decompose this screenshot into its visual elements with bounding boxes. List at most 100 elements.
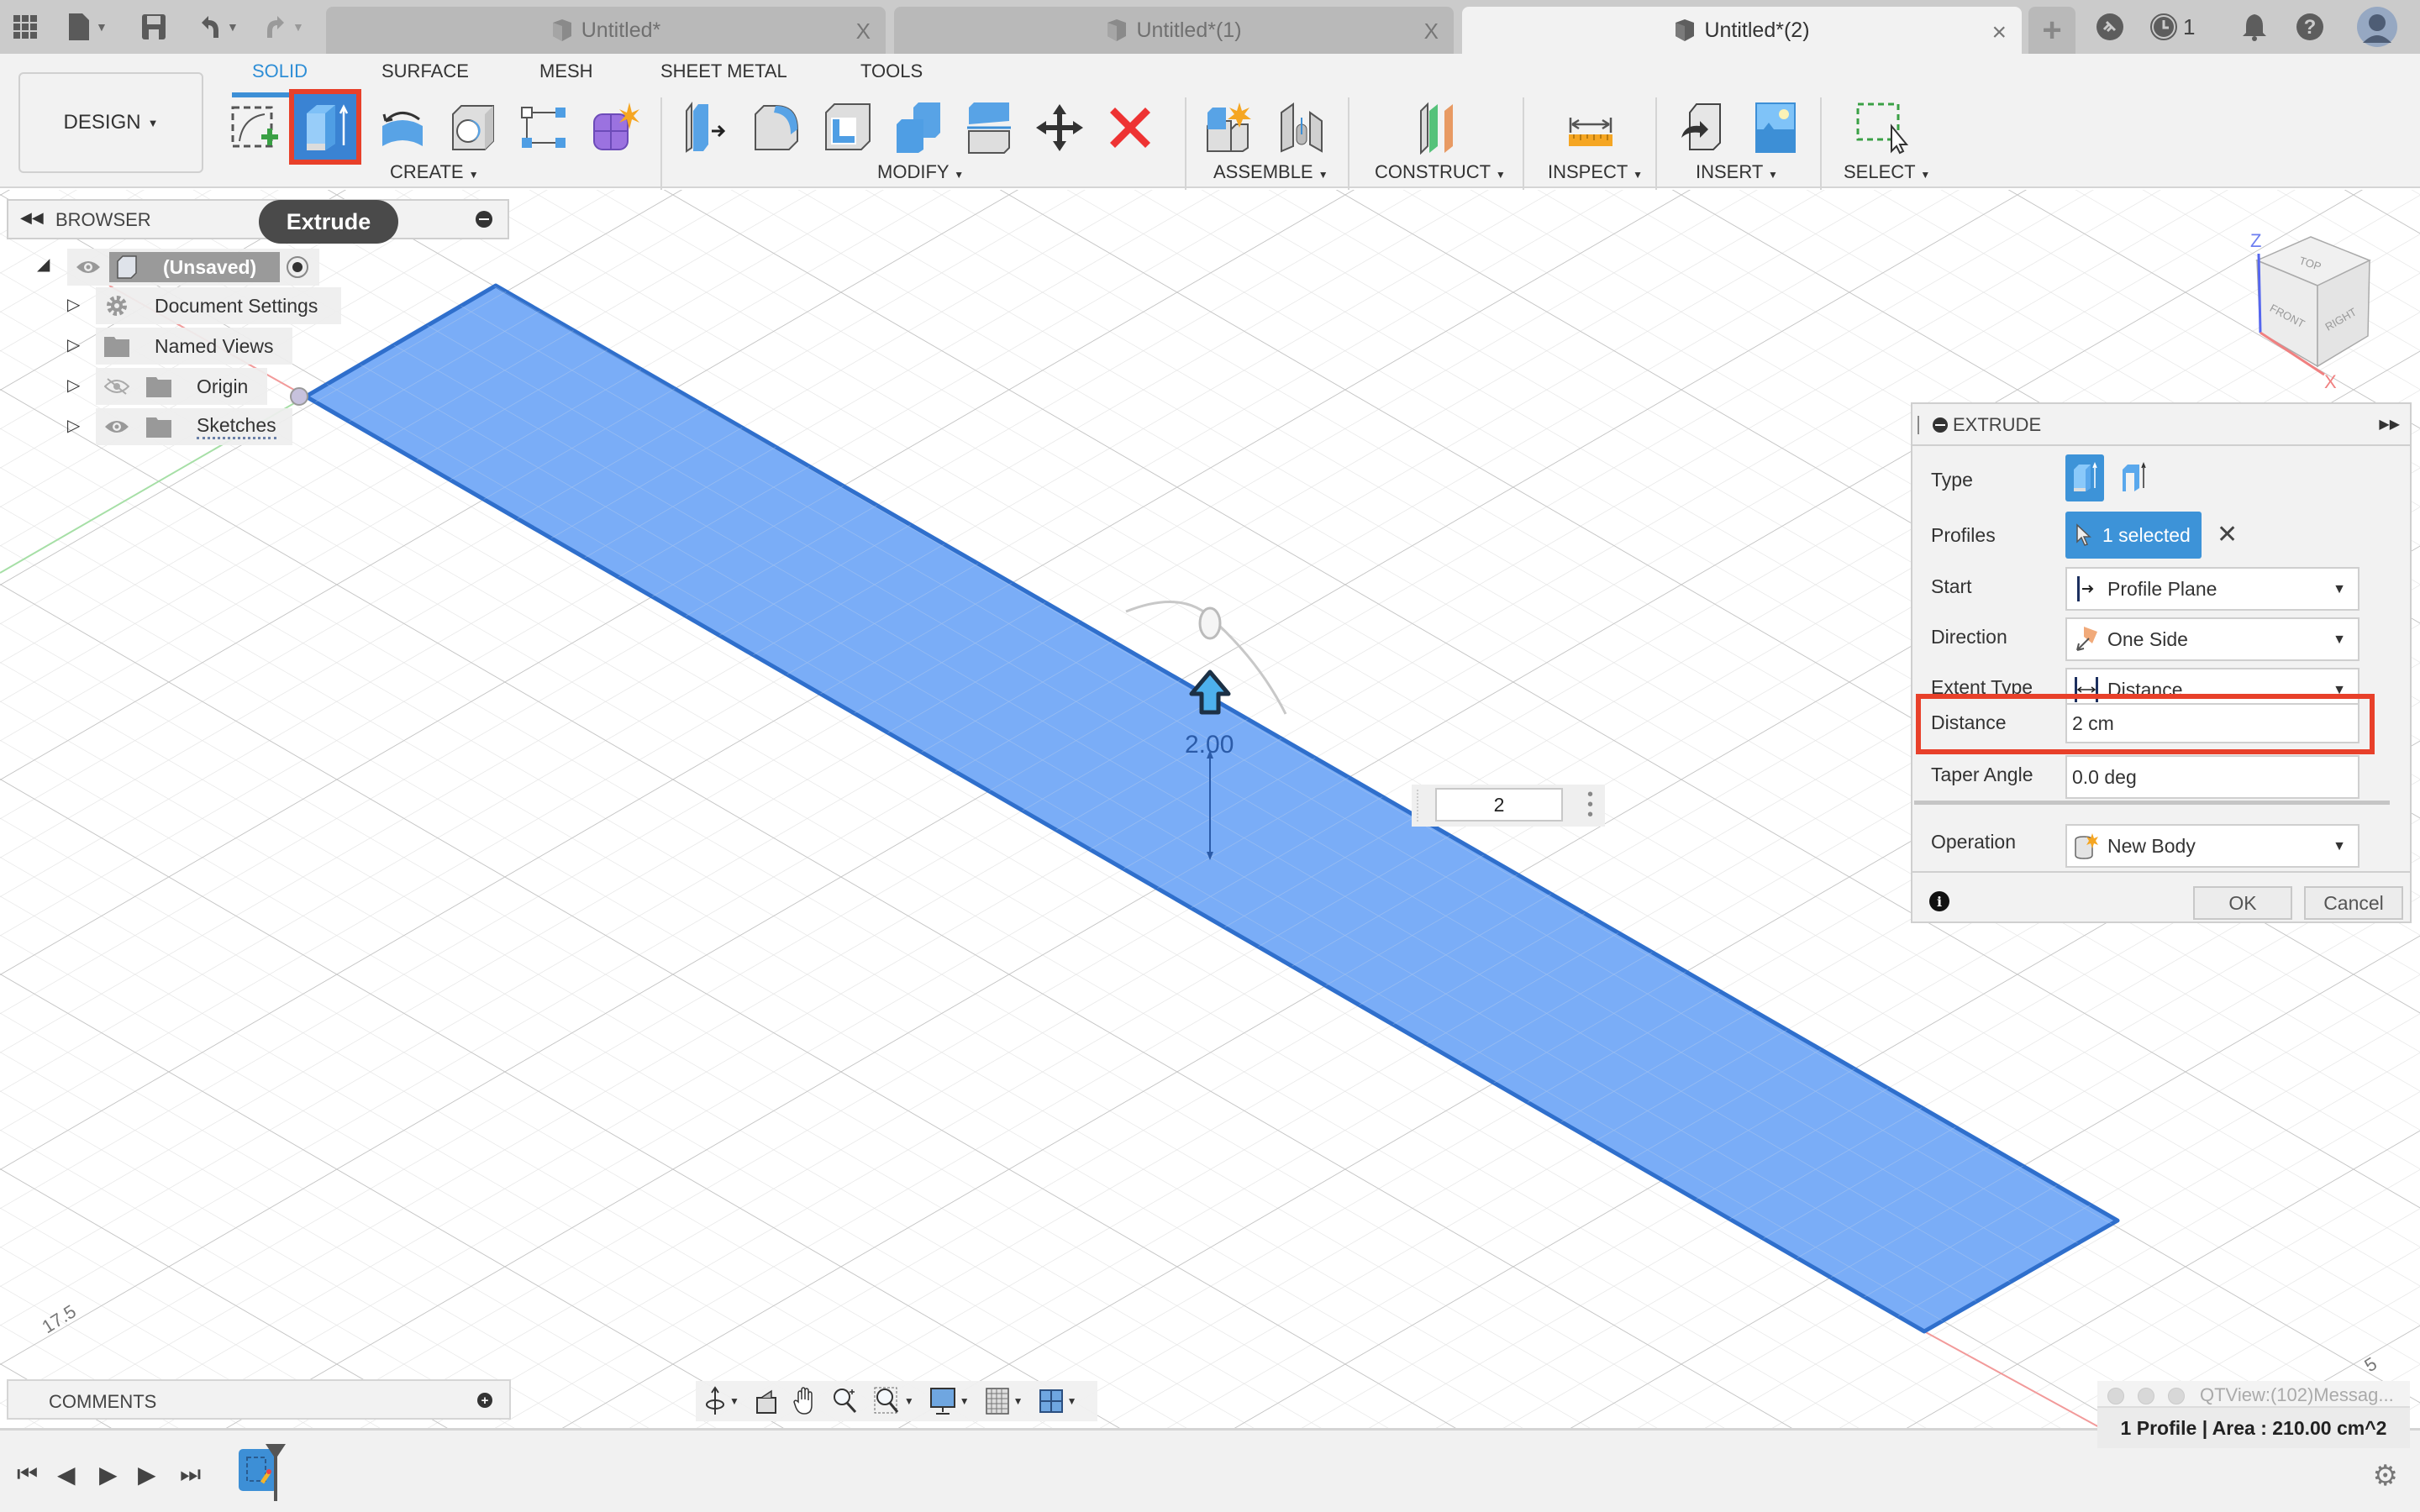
avatar[interactable] xyxy=(2356,5,2398,49)
hole-button[interactable] xyxy=(444,97,502,158)
revolve-button[interactable] xyxy=(373,97,432,158)
step-back-button[interactable]: ◀ xyxy=(57,1461,76,1488)
browser-item-document-settings[interactable]: Document Settings xyxy=(96,287,341,324)
fit-button[interactable]: ▼ xyxy=(874,1384,914,1418)
inspect-menu[interactable]: INSPECT ▼ xyxy=(1548,161,1643,183)
viewports-button[interactable]: ▼ xyxy=(1039,1384,1076,1418)
expand-icon[interactable]: ▷ xyxy=(67,334,80,355)
tab-mesh[interactable]: MESH xyxy=(539,60,593,82)
joint-button[interactable] xyxy=(1272,97,1331,158)
assemble-menu[interactable]: ASSEMBLE ▼ xyxy=(1213,161,1328,183)
collapse-browser-icon[interactable]: ◀◀ xyxy=(20,209,44,227)
close-tab-icon[interactable]: × xyxy=(1991,18,2007,47)
offline-status-button[interactable] xyxy=(2096,10,2124,44)
document-tab-3[interactable]: Untitled*(2) × xyxy=(1462,7,2022,54)
window-minimize-button[interactable] xyxy=(2138,1388,2154,1404)
drag-handle[interactable] xyxy=(1918,416,1921,434)
create-menu[interactable]: CREATE ▼ xyxy=(390,161,479,183)
close-tab-icon[interactable]: X xyxy=(1424,18,1439,45)
go-to-start-button[interactable]: ⏮ xyxy=(17,1461,38,1488)
construct-menu[interactable]: CONSTRUCT ▼ xyxy=(1375,161,1506,183)
distance-value-input[interactable]: 2 xyxy=(1435,788,1563,822)
taper-angle-input[interactable]: 0.0 deg xyxy=(2065,755,2360,799)
profiles-selection[interactable]: 1 selected xyxy=(2065,512,2202,559)
activate-component-radio[interactable] xyxy=(287,256,309,278)
operation-select[interactable]: New Body ▼ xyxy=(2065,824,2360,868)
type-solid-button[interactable] xyxy=(2065,454,2104,501)
go-to-end-button[interactable]: ⏭ xyxy=(180,1461,201,1488)
document-tab-2[interactable]: Untitled*(1) X xyxy=(894,7,1454,54)
pattern-button[interactable] xyxy=(514,97,573,158)
add-comment-icon[interactable]: + xyxy=(477,1393,492,1408)
browser-item-sketches[interactable]: Sketches xyxy=(96,408,292,445)
ok-button[interactable]: OK xyxy=(2193,886,2292,920)
tab-sheet-metal[interactable]: SHEET METAL xyxy=(660,60,787,82)
comments-panel[interactable]: COMMENTS + xyxy=(7,1379,511,1420)
save-button[interactable] xyxy=(141,10,166,44)
browser-root-item[interactable]: (Unsaved) xyxy=(67,249,319,286)
drag-handle[interactable] xyxy=(1417,790,1425,822)
window-close-button[interactable] xyxy=(2107,1388,2124,1404)
taper-angle-handle[interactable] xyxy=(1198,606,1222,640)
expand-icon[interactable]: ▷ xyxy=(67,294,80,315)
zoom-button[interactable] xyxy=(832,1384,859,1418)
split-body-button[interactable] xyxy=(960,97,1018,158)
notifications-button[interactable] xyxy=(2242,10,2267,44)
start-select[interactable]: Profile Plane ▼ xyxy=(2065,567,2360,611)
fillet-button[interactable] xyxy=(748,97,807,158)
browser-item-origin[interactable]: Origin xyxy=(96,368,267,405)
extrude-dialog-header[interactable]: EXTRUDE ▶▶ xyxy=(1912,404,2410,446)
close-tab-icon[interactable]: X xyxy=(856,18,871,45)
grid-settings-button[interactable]: ▼ xyxy=(985,1384,1023,1418)
more-options-icon[interactable]: • • • xyxy=(1587,786,1593,823)
eye-icon[interactable] xyxy=(103,412,131,441)
modify-menu[interactable]: MODIFY ▼ xyxy=(877,161,964,183)
file-menu-button[interactable]: ▼ xyxy=(67,10,108,44)
measure-button[interactable] xyxy=(1561,97,1620,158)
clear-selection-icon[interactable]: ✕ xyxy=(2217,520,2238,549)
info-icon[interactable]: i xyxy=(1929,891,1949,911)
tab-tools[interactable]: TOOLS xyxy=(860,60,923,82)
select-menu[interactable]: SELECT ▼ xyxy=(1844,161,1930,183)
look-at-button[interactable] xyxy=(755,1384,778,1418)
create-sketch-button[interactable] xyxy=(225,97,284,158)
collapse-root-icon[interactable]: ◢ xyxy=(37,254,50,275)
document-tab-1[interactable]: Untitled* X xyxy=(326,7,886,54)
delete-button[interactable] xyxy=(1101,97,1160,158)
undo-button[interactable]: ▼ xyxy=(198,10,239,44)
minimize-browser-icon[interactable] xyxy=(476,211,492,228)
combine-button[interactable] xyxy=(889,97,948,158)
eye-icon[interactable] xyxy=(74,253,103,281)
display-settings-button[interactable]: ▼ xyxy=(929,1384,970,1418)
insert-menu[interactable]: INSERT ▼ xyxy=(1696,161,1778,183)
workspace-switcher-button[interactable]: DESIGN ▼ xyxy=(18,72,203,173)
press-pull-button[interactable] xyxy=(677,97,736,158)
job-status-button[interactable]: 1 xyxy=(2149,10,2195,44)
insert-derive-button[interactable] xyxy=(1674,97,1733,158)
pan-button[interactable] xyxy=(793,1384,817,1418)
offset-plane-button[interactable] xyxy=(1408,97,1467,158)
type-thin-button[interactable] xyxy=(2114,454,2153,501)
cancel-button[interactable]: Cancel xyxy=(2304,886,2403,920)
orbit-button[interactable]: ▼ xyxy=(704,1384,739,1418)
expand-icon[interactable]: ▷ xyxy=(67,375,80,396)
timeline-settings-icon[interactable]: ⚙ xyxy=(2373,1459,2398,1493)
play-button[interactable]: ▶ xyxy=(99,1461,118,1488)
eye-hidden-icon[interactable] xyxy=(103,372,131,401)
window-maximize-button[interactable] xyxy=(2168,1388,2185,1404)
shell-button[interactable] xyxy=(818,97,877,158)
expand-dialog-icon[interactable]: ▶▶ xyxy=(2379,416,2400,433)
browser-item-named-views[interactable]: Named Views xyxy=(96,328,292,365)
help-button[interactable]: ? xyxy=(2296,10,2324,44)
tab-surface[interactable]: SURFACE xyxy=(381,60,469,82)
tab-solid[interactable]: SOLID xyxy=(252,60,308,82)
timeline-marker[interactable] xyxy=(266,1444,286,1501)
direction-select[interactable]: One Side ▼ xyxy=(2065,617,2360,661)
collapse-dialog-icon[interactable] xyxy=(1933,417,1948,433)
move-copy-button[interactable] xyxy=(1030,97,1089,158)
new-component-button[interactable] xyxy=(1200,97,1259,158)
app-grid-icon[interactable] xyxy=(12,10,39,44)
expand-icon[interactable]: ▷ xyxy=(67,415,80,436)
extrude-button[interactable] xyxy=(289,89,361,165)
redo-button[interactable]: ▼ xyxy=(264,10,304,44)
